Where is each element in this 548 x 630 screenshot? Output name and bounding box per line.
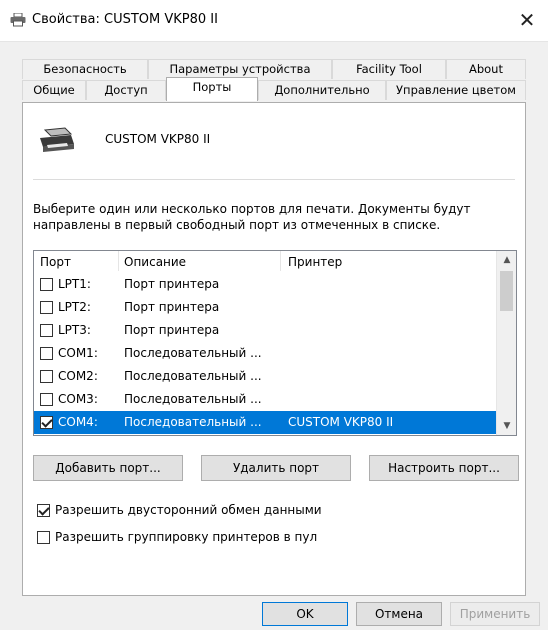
instructions-text: Выберите один или несколько портов для п… (33, 202, 471, 232)
port-description: Последовательный ... (124, 369, 262, 383)
port-checkbox[interactable] (40, 416, 53, 429)
scroll-down-arrow-icon[interactable]: ▼ (497, 417, 516, 435)
add-port-button[interactable]: Добавить порт... (33, 455, 183, 481)
printer-name: CUSTOM VKP80 II (105, 132, 211, 146)
port-checkbox[interactable] (40, 278, 53, 291)
vertical-scrollbar[interactable]: ▲ ▼ (496, 251, 516, 435)
apply-button[interactable]: Применить (450, 602, 540, 626)
tab-sharing[interactable]: Доступ (86, 80, 166, 100)
tab-device-settings[interactable]: Параметры устройства (148, 59, 332, 79)
printer-window-icon (10, 12, 26, 30)
port-name: COM4: (58, 415, 98, 429)
scroll-thumb[interactable] (500, 271, 513, 311)
port-checkbox[interactable] (40, 393, 53, 406)
tab-ports[interactable]: Порты (166, 77, 258, 101)
table-row[interactable]: LPT3: Порт принтера (34, 319, 496, 342)
configure-port-button[interactable]: Настроить порт... (369, 455, 519, 481)
port-printer: CUSTOM VKP80 II (288, 415, 394, 429)
header-port[interactable]: Порт (40, 255, 71, 269)
pooling-option[interactable]: Разрешить группировку принтеров в пул (37, 529, 367, 547)
tab-general[interactable]: Общие (22, 80, 86, 100)
port-description: Порт принтера (124, 277, 220, 291)
port-checkbox[interactable] (40, 347, 53, 360)
port-description: Последовательный ... (124, 392, 262, 406)
window-title: Свойства: CUSTOM VKP80 II (32, 12, 218, 27)
port-name: LPT2: (58, 300, 91, 314)
table-row[interactable]: COM4: Последовательный ... CUSTOM VKP80 II (34, 411, 496, 434)
port-description: Порт принтера (124, 323, 220, 337)
cancel-button[interactable]: Отмена (356, 602, 442, 626)
port-name: COM2: (58, 369, 98, 383)
port-description: Последовательный ... (124, 346, 262, 360)
port-checkbox[interactable] (40, 324, 53, 337)
port-name: LPT3: (58, 323, 91, 337)
scroll-up-arrow-icon[interactable]: ▲ (497, 251, 516, 269)
ports-tab-panel: CUSTOM VKP80 II Выберите один или нескол… (22, 102, 526, 596)
close-button[interactable]: ✕ (506, 0, 548, 42)
port-description: Последовательный ... (124, 415, 262, 429)
port-description: Порт принтера (124, 300, 220, 314)
port-checkbox[interactable] (40, 370, 53, 383)
tab-facility-tool[interactable]: Facility Tool (332, 59, 446, 79)
ok-button[interactable]: OK (262, 602, 348, 626)
header-description[interactable]: Описание (124, 255, 186, 269)
tab-security[interactable]: Безопасность (22, 59, 148, 79)
table-row[interactable]: COM2: Последовательный ... (34, 365, 496, 388)
tab-color-management[interactable]: Управление цветом (386, 80, 526, 100)
header-divider[interactable] (118, 251, 119, 271)
table-row[interactable]: LPT1: Порт принтера (34, 273, 496, 296)
port-name: LPT1: (58, 277, 91, 291)
bidirectional-checkbox[interactable] (37, 504, 50, 517)
table-row[interactable]: COM3: Последовательный ... (34, 388, 496, 411)
delete-port-button[interactable]: Удалить порт (201, 455, 351, 481)
pooling-checkbox[interactable] (37, 531, 50, 544)
bidirectional-label: Разрешить двусторонний обмен данными (55, 503, 322, 517)
close-icon: ✕ (518, 8, 536, 32)
tab-advanced[interactable]: Дополнительно (258, 80, 386, 100)
port-name: COM3: (58, 392, 98, 406)
printer-icon (37, 126, 77, 159)
port-rows: LPT1: Порт принтера LPT2: Порт принтера LPT3… (34, 273, 496, 434)
ports-list[interactable]: Порт Описание Принтер LPT1: Порт принтера… (33, 250, 517, 436)
title-bar: Свойства: CUSTOM VKP80 II ✕ (0, 0, 548, 42)
pooling-label: Разрешить группировку принтеров в пул (55, 530, 318, 544)
header-divider[interactable] (280, 251, 281, 271)
header-printer[interactable]: Принтер (288, 255, 342, 269)
port-checkbox[interactable] (40, 301, 53, 314)
tab-about[interactable]: About (446, 59, 526, 79)
table-row[interactable]: COM1: Последовательный ... (34, 342, 496, 365)
bidirectional-option[interactable]: Разрешить двусторонний обмен данными (37, 502, 367, 520)
table-row[interactable]: LPT2: Порт принтера (34, 296, 496, 319)
port-name: COM1: (58, 346, 98, 360)
separator (33, 179, 515, 180)
